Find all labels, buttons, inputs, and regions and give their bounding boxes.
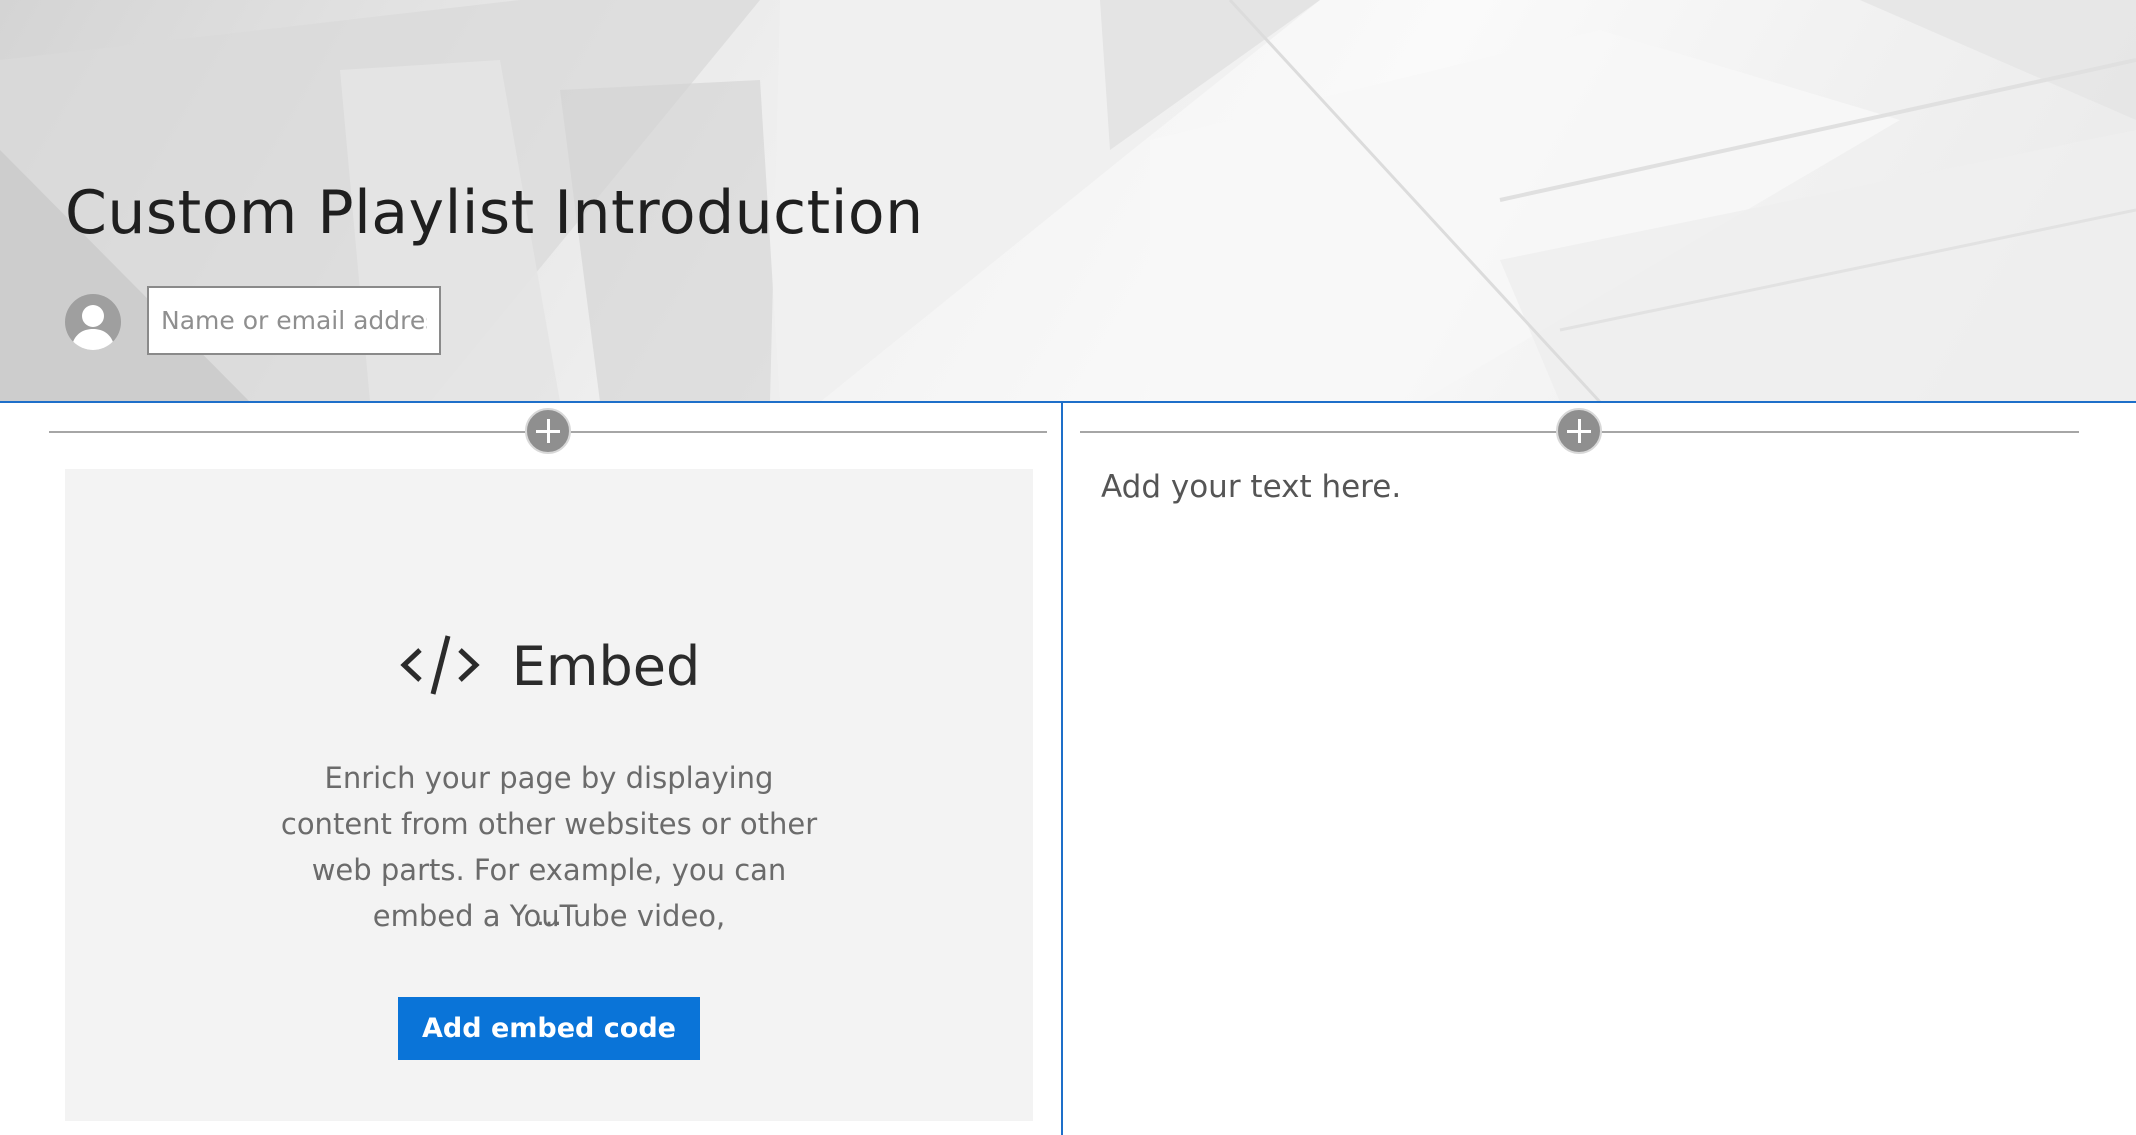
embed-webpart[interactable]: Embed Enrich your page by displaying con… — [65, 469, 1033, 1121]
embed-title: Embed — [511, 635, 701, 698]
person-icon — [65, 294, 121, 350]
add-webpart-button-right[interactable] — [1556, 408, 1602, 454]
section-selected-border — [0, 401, 2136, 403]
add-webpart-button-left[interactable] — [525, 408, 571, 454]
embed-description-ellipsis: ... — [536, 901, 562, 932]
embed-header: Embed — [65, 632, 1033, 698]
page-title[interactable]: Custom Playlist Introduction — [65, 178, 924, 248]
author-name-input[interactable] — [147, 286, 441, 355]
text-webpart-placeholder[interactable]: Add your text here. — [1101, 469, 1401, 505]
add-embed-code-button[interactable]: Add embed code — [398, 997, 700, 1060]
column-divider — [1061, 403, 1063, 1135]
page-header-banner: Custom Playlist Introduction — [0, 0, 2136, 402]
code-brackets-icon — [400, 635, 480, 695]
